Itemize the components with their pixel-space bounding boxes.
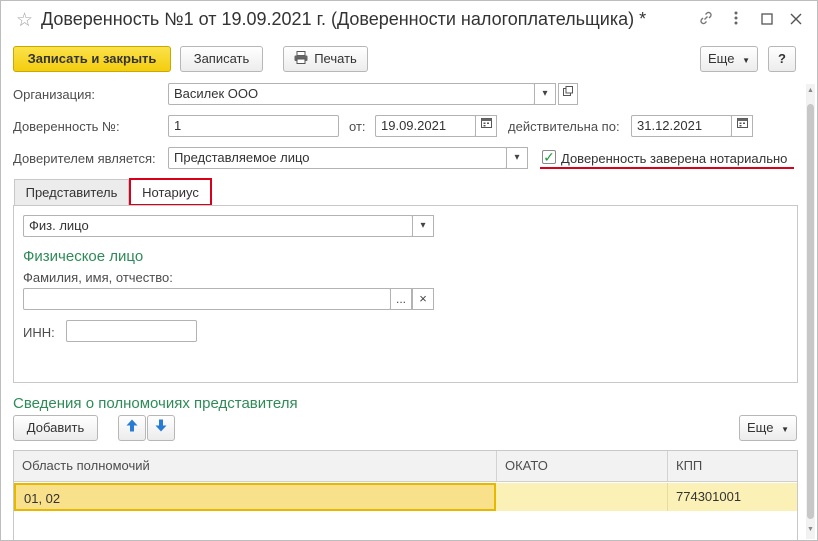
- fio-field[interactable]: [23, 288, 391, 310]
- toolbar-more-label: Еще: [708, 51, 735, 66]
- column-header-powers[interactable]: Область полномочий: [14, 451, 497, 482]
- scroll-down-icon[interactable]: ▼: [806, 526, 815, 536]
- calendar-icon: [736, 118, 748, 131]
- chevron-down-icon: ▾: [542, 88, 548, 99]
- from-label: от:: [349, 119, 366, 134]
- powers-more-button[interactable]: Еще ▼: [739, 415, 797, 441]
- org-open-button[interactable]: [558, 83, 578, 105]
- scrollbar-thumb[interactable]: [807, 104, 814, 519]
- fio-label: Фамилия, имя, отчество:: [23, 270, 173, 285]
- number-label: Доверенность №:: [13, 119, 120, 134]
- save-button[interactable]: Записать: [180, 46, 263, 72]
- print-button-label: Печать: [314, 51, 357, 66]
- powers-more-label: Еще: [747, 420, 774, 435]
- print-button[interactable]: Печать: [283, 46, 368, 72]
- toolbar-more-button[interactable]: Еще ▼: [700, 46, 758, 72]
- chevron-down-icon: ▼: [781, 425, 789, 434]
- tab-representative[interactable]: Представитель: [14, 179, 129, 207]
- chevron-down-icon: ▾: [420, 220, 426, 231]
- notary-type-field[interactable]: Физ. лицо: [23, 215, 413, 237]
- org-field[interactable]: Василек ООО: [168, 83, 535, 105]
- notary-highlight-underline: [540, 167, 794, 169]
- maximize-icon[interactable]: [757, 10, 777, 32]
- number-field[interactable]: 1: [168, 115, 339, 137]
- notary-checkbox-label[interactable]: Доверенность заверена нотариально: [561, 151, 787, 166]
- notary-type-dropdown-button[interactable]: ▾: [412, 215, 434, 237]
- principal-field[interactable]: Представляемое лицо: [168, 147, 507, 169]
- open-window-icon: [563, 86, 573, 99]
- individual-section-title: Физическое лицо: [23, 248, 144, 265]
- valid-calendar-button[interactable]: [731, 115, 753, 137]
- column-header-okato[interactable]: ОКАТО: [497, 451, 668, 482]
- table-cell-okato[interactable]: [497, 483, 668, 511]
- valid-until-label: действительна по:: [508, 119, 620, 134]
- arrow-up-icon: [126, 419, 138, 435]
- principal-label: Доверителем является:: [13, 151, 156, 166]
- more-options-icon[interactable]: [726, 10, 746, 32]
- close-icon[interactable]: [786, 10, 806, 32]
- from-calendar-button[interactable]: [475, 115, 497, 137]
- save-and-close-button[interactable]: Записать и закрыть: [13, 46, 171, 72]
- column-header-kpp[interactable]: КПП: [668, 451, 797, 482]
- org-label: Организация:: [13, 87, 96, 102]
- favorite-star-icon[interactable]: ☆: [16, 9, 33, 33]
- org-dropdown-button[interactable]: ▾: [534, 83, 556, 105]
- from-date-field[interactable]: 19.09.2021: [375, 115, 476, 137]
- chevron-down-icon: ▼: [742, 56, 750, 65]
- fio-select-button[interactable]: ...: [390, 288, 412, 310]
- arrow-down-icon: [155, 419, 167, 435]
- table-cell-powers[interactable]: 01, 02: [14, 483, 496, 511]
- scroll-up-icon[interactable]: ▲: [806, 87, 815, 97]
- table-cell-kpp[interactable]: 774301001: [668, 483, 797, 511]
- tab-notary[interactable]: Нотариус: [129, 178, 212, 206]
- inn-label: ИНН:: [23, 325, 55, 340]
- principal-dropdown-button[interactable]: ▾: [506, 147, 528, 169]
- help-button[interactable]: ?: [768, 46, 796, 72]
- inn-field[interactable]: [66, 320, 197, 342]
- add-power-button[interactable]: Добавить: [13, 415, 98, 441]
- printer-icon: [294, 48, 308, 72]
- move-down-button[interactable]: [147, 415, 175, 441]
- window-title: Доверенность №1 от 19.09.2021 г. (Довере…: [41, 9, 647, 29]
- checkmark-icon: ✓: [543, 149, 555, 165]
- valid-until-field[interactable]: 31.12.2021: [631, 115, 732, 137]
- move-up-button[interactable]: [118, 415, 146, 441]
- fio-clear-button[interactable]: ×: [412, 288, 434, 310]
- calendar-icon: [480, 118, 492, 131]
- notary-checkbox[interactable]: ✓: [542, 150, 556, 164]
- chevron-down-icon: ▾: [514, 152, 520, 163]
- powers-section-title: Сведения о полномочиях представителя: [13, 395, 298, 412]
- link-icon[interactable]: [696, 10, 716, 32]
